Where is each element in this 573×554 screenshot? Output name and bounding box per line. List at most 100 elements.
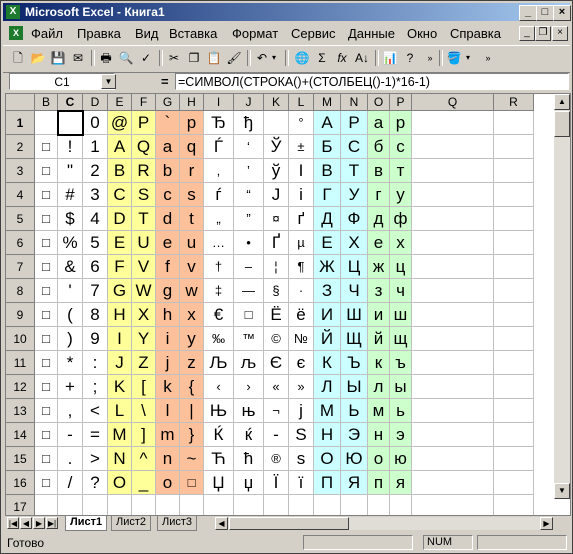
cell-J9[interactable]: □ — [234, 303, 264, 327]
cell-D1[interactable]: 0 — [83, 111, 108, 135]
cell-F14[interactable]: ] — [132, 423, 156, 447]
cell-Q12[interactable] — [412, 375, 494, 399]
column-header-R[interactable]: R — [494, 94, 534, 111]
cell-E12[interactable]: K — [108, 375, 132, 399]
cell-G1[interactable]: ` — [156, 111, 180, 135]
cell-F15[interactable]: ^ — [132, 447, 156, 471]
cell-L9[interactable]: ё — [289, 303, 314, 327]
cell-N15[interactable]: Ю — [341, 447, 368, 471]
menu-window[interactable]: Окно — [407, 26, 437, 41]
cell-M5[interactable]: Д — [314, 207, 341, 231]
cell-M16[interactable]: П — [314, 471, 341, 495]
cell-I17[interactable] — [204, 495, 234, 515]
column-header-J[interactable]: J — [234, 94, 264, 111]
cell-J7[interactable]: – — [234, 255, 264, 279]
cell-F9[interactable]: X — [132, 303, 156, 327]
cell-F8[interactable]: W — [132, 279, 156, 303]
cell-G10[interactable]: i — [156, 327, 180, 351]
cell-O14[interactable]: н — [368, 423, 390, 447]
row-header-1[interactable]: 1 — [6, 111, 35, 135]
spelling-icon[interactable]: ✓ — [137, 49, 155, 67]
cell-B13[interactable]: □ — [35, 399, 58, 423]
cell-P13[interactable]: ь — [390, 399, 412, 423]
cell-O15[interactable]: о — [368, 447, 390, 471]
cell-C17[interactable] — [58, 495, 83, 515]
cell-O10[interactable]: й — [368, 327, 390, 351]
cell-Q16[interactable] — [412, 471, 494, 495]
cell-J17[interactable] — [234, 495, 264, 515]
cell-I13[interactable]: Њ — [204, 399, 234, 423]
cell-Q10[interactable] — [412, 327, 494, 351]
cell-C5[interactable]: $ — [58, 207, 83, 231]
cell-E13[interactable]: L — [108, 399, 132, 423]
undo-dropdown-icon[interactable]: ▾ — [269, 49, 279, 67]
cell-P5[interactable]: ф — [390, 207, 412, 231]
cell-G12[interactable]: k — [156, 375, 180, 399]
new-icon[interactable]: 🗋 — [9, 49, 27, 67]
cell-G3[interactable]: b — [156, 159, 180, 183]
cell-I15[interactable]: Ћ — [204, 447, 234, 471]
cell-F16[interactable]: _ — [132, 471, 156, 495]
cell-D7[interactable]: 6 — [83, 255, 108, 279]
cell-K2[interactable]: Ў — [264, 135, 289, 159]
cell-D14[interactable]: = — [83, 423, 108, 447]
cell-H6[interactable]: u — [180, 231, 204, 255]
cell-Q17[interactable] — [412, 495, 494, 515]
cut-icon[interactable]: ✂ — [165, 49, 183, 67]
cell-P11[interactable]: ъ — [390, 351, 412, 375]
cell-L7[interactable]: ¶ — [289, 255, 314, 279]
cell-M12[interactable]: Л — [314, 375, 341, 399]
cell-O17[interactable] — [368, 495, 390, 515]
cell-O7[interactable]: ж — [368, 255, 390, 279]
scroll-down-icon[interactable]: ▼ — [554, 483, 570, 499]
cell-R13[interactable] — [494, 399, 534, 423]
cell-C13[interactable]: , — [58, 399, 83, 423]
cell-Q2[interactable] — [412, 135, 494, 159]
cell-E17[interactable] — [108, 495, 132, 515]
cell-K6[interactable]: Ґ — [264, 231, 289, 255]
column-header-F[interactable]: F — [132, 94, 156, 111]
cell-G4[interactable]: c — [156, 183, 180, 207]
cell-D3[interactable]: 2 — [83, 159, 108, 183]
cell-Q9[interactable] — [412, 303, 494, 327]
cell-F17[interactable] — [132, 495, 156, 515]
cell-E2[interactable]: A — [108, 135, 132, 159]
cell-E3[interactable]: B — [108, 159, 132, 183]
cell-M2[interactable]: Б — [314, 135, 341, 159]
doc-restore-button[interactable]: ❐ — [535, 26, 551, 41]
cell-N9[interactable]: Ш — [341, 303, 368, 327]
scroll-right-icon[interactable]: ▶ — [540, 517, 553, 530]
cell-L11[interactable]: є — [289, 351, 314, 375]
cell-D9[interactable]: 8 — [83, 303, 108, 327]
cell-M1[interactable]: А — [314, 111, 341, 135]
cell-O9[interactable]: и — [368, 303, 390, 327]
cell-P1[interactable]: р — [390, 111, 412, 135]
cell-B9[interactable]: □ — [35, 303, 58, 327]
cell-H13[interactable]: | — [180, 399, 204, 423]
cell-B4[interactable]: □ — [35, 183, 58, 207]
cell-K13[interactable]: ¬ — [264, 399, 289, 423]
cell-R3[interactable] — [494, 159, 534, 183]
cell-K10[interactable]: © — [264, 327, 289, 351]
column-header-G[interactable]: G — [156, 94, 180, 111]
hyperlink-icon[interactable]: 🌐 — [293, 49, 311, 67]
next-sheet-icon[interactable]: ▶ — [33, 517, 45, 529]
cell-K11[interactable]: Є — [264, 351, 289, 375]
menu-data[interactable]: Данные — [348, 26, 395, 41]
cell-C2[interactable]: ! — [58, 135, 83, 159]
column-header-O[interactable]: O — [368, 94, 390, 111]
title-bar[interactable]: X Microsoft Excel - Книга1 _ □ × — [3, 3, 571, 21]
cell-R15[interactable] — [494, 447, 534, 471]
vertical-scrollbar[interactable]: ▲ ▼ — [554, 94, 570, 499]
tab-sheet2[interactable]: Лист2 — [111, 516, 152, 531]
select-all-corner[interactable] — [6, 94, 35, 111]
cell-E1[interactable]: @ — [108, 111, 132, 135]
cell-C9[interactable]: ( — [58, 303, 83, 327]
cell-N1[interactable]: Р — [341, 111, 368, 135]
doc-minimize-button[interactable]: _ — [519, 26, 535, 41]
cell-L4[interactable]: і — [289, 183, 314, 207]
cell-G11[interactable]: j — [156, 351, 180, 375]
tab-sheet1[interactable]: Лист1 — [65, 516, 108, 531]
column-header-N[interactable]: N — [341, 94, 368, 111]
cell-H1[interactable]: p — [180, 111, 204, 135]
